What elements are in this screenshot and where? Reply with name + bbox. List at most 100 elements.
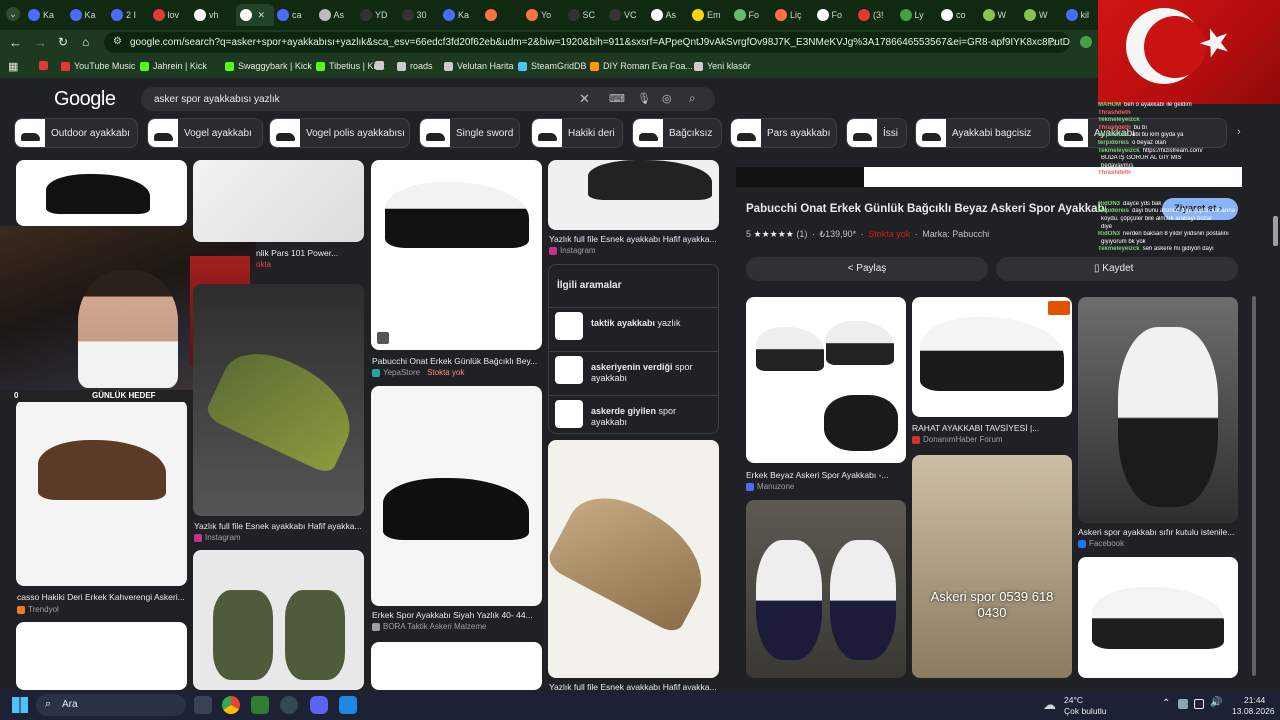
- filter-chip[interactable]: Pars ayakkabı: [730, 118, 837, 148]
- result-image-11[interactable]: [371, 642, 542, 690]
- browser-tab[interactable]: ca: [277, 4, 315, 26]
- result-caption[interactable]: Yazlık full file Esnek ayakkabı Hafif ay…: [194, 521, 364, 531]
- discord-icon[interactable]: [310, 696, 328, 714]
- bookmark-item[interactable]: Velutan Harita: [444, 61, 514, 71]
- bookmark-item[interactable]: Jahrein | Kick: [140, 61, 207, 71]
- browser-tab[interactable]: vh: [194, 4, 232, 26]
- result-image-2[interactable]: [193, 160, 364, 242]
- browser-tab[interactable]: Ly: [899, 4, 938, 26]
- browser-tab[interactable]: Yo: [526, 4, 564, 26]
- browser-tab[interactable]: ✕: [235, 4, 274, 26]
- apps-grid-icon[interactable]: ▦: [8, 60, 18, 73]
- result-image-5[interactable]: [16, 400, 187, 586]
- browser-tab[interactable]: Liç: [775, 4, 813, 26]
- browser-tab[interactable]: lov: [152, 4, 191, 26]
- panel-image-3[interactable]: [1078, 297, 1238, 523]
- forward-icon[interactable]: →: [34, 35, 47, 50]
- browser-tab[interactable]: 2 I: [111, 4, 149, 26]
- weather-text[interactable]: Çok bulutlu: [1064, 706, 1107, 716]
- bookmark-item[interactable]: roads: [397, 61, 433, 71]
- result-caption[interactable]: Erkek Spor Ayakkabı Siyah Yazlık 40- 44.…: [372, 610, 542, 620]
- panel-image-4[interactable]: [746, 500, 906, 678]
- bookmark-item[interactable]: YouTube Music: [61, 61, 135, 71]
- clock-time[interactable]: 21:44: [1244, 695, 1265, 705]
- home-icon[interactable]: ⌂: [82, 35, 89, 49]
- browser-tab[interactable]: VC: [609, 4, 647, 26]
- result-caption[interactable]: nlik Pars 101 Power...: [256, 248, 364, 258]
- browser-tab[interactable]: co: [941, 4, 979, 26]
- related-search-item[interactable]: askerde giyilen spor ayakkabı: [549, 395, 718, 435]
- result-caption[interactable]: Yazlık full file Esnek ayakkabı Hafif ay…: [549, 234, 719, 244]
- app-icon-2[interactable]: [280, 696, 298, 714]
- browser-tab[interactable]: SC: [567, 4, 606, 26]
- filter-chip[interactable]: İssi: [846, 118, 907, 148]
- result-image-3[interactable]: [371, 160, 542, 350]
- tab-search-icon[interactable]: ⌄: [6, 7, 20, 21]
- browser-tab[interactable]: As: [318, 4, 357, 26]
- browser-tab[interactable]: W: [1024, 4, 1062, 26]
- panel-image-1[interactable]: [746, 297, 906, 463]
- clock-date[interactable]: 13.08.2026: [1232, 706, 1275, 716]
- back-icon[interactable]: ←: [9, 35, 22, 50]
- panel-caption[interactable]: Erkek Beyaz Askeri Spor Ayakkabı -...: [746, 470, 906, 480]
- filter-chip[interactable]: Vogel polis ayakkabısı: [269, 118, 410, 148]
- result-image-8[interactable]: [548, 440, 719, 678]
- weather-temp[interactable]: 24°C: [1064, 695, 1083, 705]
- bookmark-item[interactable]: Swaggybark | Kick: [225, 61, 312, 71]
- bookmark-item[interactable]: SteamGridDB: [518, 61, 587, 71]
- tab-close-icon[interactable]: ✕: [258, 10, 266, 21]
- result-image-7[interactable]: [371, 386, 542, 606]
- clear-search-icon[interactable]: ✕: [579, 91, 590, 107]
- google-logo[interactable]: Google: [54, 88, 116, 111]
- panel-image-5[interactable]: Askeri spor 0539 618 0430: [912, 455, 1072, 678]
- panel-caption[interactable]: RAHAT AYAKKABI TAVSİYESİ |...: [912, 423, 1072, 433]
- bookmark-item[interactable]: [39, 61, 52, 70]
- site-info-icon[interactable]: ⚙: [113, 36, 122, 47]
- tray-chevron-icon[interactable]: ⌃: [1162, 698, 1170, 709]
- browser-tab[interactable]: (3!: [858, 4, 896, 26]
- mic-icon[interactable]: 🎙: [637, 92, 651, 105]
- chrome-icon[interactable]: [222, 696, 240, 714]
- panel-scrollbar[interactable]: [1252, 296, 1256, 676]
- lens-icon[interactable]: ◎: [662, 92, 672, 105]
- search-icon[interactable]: ⌕: [689, 91, 696, 106]
- filter-chip[interactable]: Hakiki deri: [531, 118, 623, 148]
- browser-tab[interactable]: As: [650, 4, 689, 26]
- address-bar[interactable]: ⚙ google.com/search?q=asker+spor+ayakkab…: [104, 32, 1070, 53]
- browser-tab[interactable]: Fo: [733, 4, 772, 26]
- share-button[interactable]: < Paylaş: [746, 257, 988, 281]
- bookmark-item[interactable]: Yeni klasör: [694, 61, 751, 71]
- extension-icon[interactable]: [1080, 36, 1092, 48]
- result-image-6[interactable]: [193, 284, 364, 516]
- result-image-10[interactable]: [193, 550, 364, 690]
- related-search-item[interactable]: askeriyenin verdiği spor ayakkabı: [549, 351, 718, 391]
- browser-tab[interactable]: Ka: [443, 4, 481, 26]
- reload-icon[interactable]: ↻: [58, 35, 68, 49]
- result-image-9[interactable]: [16, 622, 187, 690]
- tray-icon-1[interactable]: [1178, 699, 1188, 709]
- keyboard-icon[interactable]: ⌨: [609, 92, 625, 105]
- windows-start-icon[interactable]: [12, 697, 28, 713]
- browser-tab[interactable]: W: [982, 4, 1021, 26]
- result-caption[interactable]: casso Hakiki Deri Erkek Kahverengi Asker…: [17, 592, 187, 602]
- browser-tab[interactable]: Fo: [816, 4, 855, 26]
- search-input[interactable]: asker spor ayakkabısı yazlık ✕ ⌨ 🎙 ◎ ⌕: [141, 87, 715, 111]
- taskbar-search[interactable]: ⌕ Ara: [36, 694, 186, 716]
- filter-chip[interactable]: Single sword: [419, 118, 520, 148]
- panel-image-2[interactable]: [912, 297, 1072, 417]
- app-icon-3[interactable]: [339, 696, 357, 714]
- browser-tab[interactable]: Em: [692, 4, 730, 26]
- related-search-item[interactable]: taktik ayakkabı yazlık: [549, 307, 718, 347]
- filter-chip[interactable]: Vogel ayakkabı: [147, 118, 263, 148]
- browser-tab[interactable]: [484, 4, 523, 26]
- network-icon[interactable]: [1194, 699, 1204, 709]
- task-view-icon[interactable]: [194, 696, 212, 714]
- bookmark-item[interactable]: [375, 61, 388, 70]
- volume-icon[interactable]: 🔊: [1210, 697, 1222, 708]
- panel-caption[interactable]: Askeri spor ayakkabı sıfır kutulu isteni…: [1078, 527, 1238, 537]
- filter-chip[interactable]: Ayakkabi bagcisiz: [915, 118, 1050, 148]
- result-image-4[interactable]: [548, 160, 719, 230]
- panel-title[interactable]: Pabucchi Onat Erkek Günlük Bağcıklı Beya…: [746, 203, 1106, 215]
- bookmark-star-icon[interactable]: ☆: [1047, 35, 1058, 49]
- panel-image-6[interactable]: [1078, 557, 1238, 678]
